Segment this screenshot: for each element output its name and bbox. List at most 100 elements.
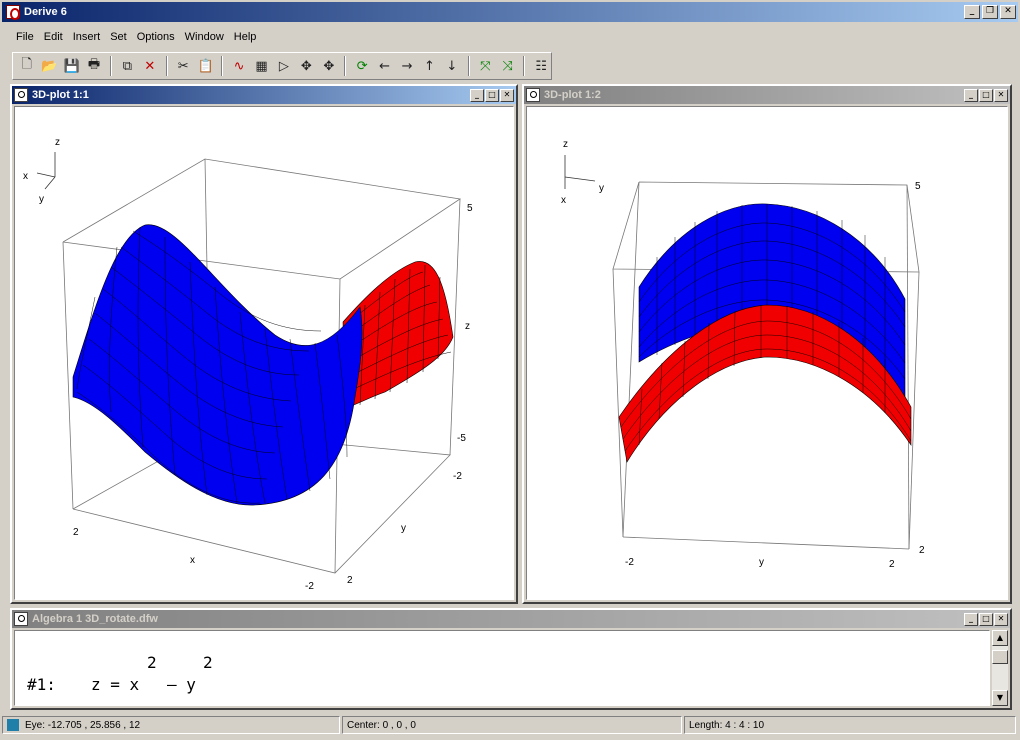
plot-svg-1: z x y 5 z -5 -2 y 2 2 x -2 [23,137,473,592]
minimize-button[interactable]: _ [964,88,978,102]
z-axis-label: z [465,321,470,332]
expression-minus-y[interactable]: – y [167,675,196,694]
plot-curve-icon[interactable]: ∿ [229,56,248,76]
minimize-button[interactable]: _ [964,5,980,19]
save-icon[interactable]: 💾 [62,56,81,76]
play-icon[interactable]: ▷ [274,56,293,76]
close-button[interactable]: ✕ [994,612,1008,626]
status-length-panel: Length: 4 : 4 : 10 [684,716,1016,734]
status-eye: Eye: -12.705 , 25.856 , 12 [25,719,141,731]
x-tick-pos: 2 [919,545,925,556]
arrow-left-icon[interactable]: ← [375,56,394,76]
plot-window-2[interactable]: 3D-plot 1:2 _ □ ✕ z y x 5 -2 y 2 2 [522,84,1012,604]
menu-bar: File Edit Insert Set Options Window Help [2,26,1018,48]
orient-z-label: z [563,139,568,150]
zoom-in-icon[interactable]: ⤧ [476,56,495,76]
x-axis-label: x [190,555,195,566]
z-tick-bottom: -5 [457,433,466,444]
plot-svg-2: z y x 5 -2 y 2 2 [561,139,925,570]
minimize-button[interactable]: _ [964,612,978,626]
plot-window-1-titlebar[interactable]: 3D-plot 1:1 _ □ ✕ [12,86,516,104]
maximize-button[interactable]: □ [485,88,499,102]
scroll-thumb[interactable] [992,650,1008,664]
orient-x-label: x [23,171,28,182]
restore-button[interactable]: ❐ [982,5,998,19]
paste-icon[interactable]: 📋 [196,56,215,76]
move-icon[interactable]: ✥ [297,56,316,76]
zoom-out-icon[interactable]: ⤨ [498,56,517,76]
orient-z-label: z [55,137,60,148]
toolbar: 🗋 📂 💾 🖶 ⧉ ✕ ✂ 📋 ∿ ▦ ▷ ✥ ✥ ⟳ ← → ↑ ↓ ⤧ ⤨ … [12,52,552,80]
z-tick-top: 5 [467,203,473,214]
new-file-icon[interactable]: 🗋 [17,56,36,76]
menu-edit[interactable]: Edit [44,31,63,43]
toolbar-separator [165,56,168,76]
print-icon[interactable]: 🖶 [84,56,103,76]
status-center-panel: Center: 0 , 0 , 0 [342,716,682,734]
plot-window-1[interactable]: 3D-plot 1:1 _ □ ✕ z x y 5 z -5 -2 y 2 2 … [10,84,518,604]
surface-blue-part [72,224,363,506]
orient-y-label: y [599,183,604,194]
app-title: Derive 6 [24,6,67,18]
toolbar-separator [221,56,224,76]
arrow-right-icon[interactable]: → [397,56,416,76]
plot-canvas-1[interactable]: z x y 5 z -5 -2 y 2 2 x -2 [14,106,514,600]
menu-help[interactable]: Help [234,31,257,43]
orientation-axes [564,155,596,189]
delete-icon[interactable]: ✕ [140,56,159,76]
algebra-window-title: Algebra 1 3D_rotate.dfw [32,613,158,625]
algebra-content[interactable]: #1: z = x 2 – y 2 [14,630,990,706]
y-axis-label: y [401,523,406,534]
status-app-icon [7,719,19,731]
x-tick-neg: -2 [305,581,314,592]
scroll-up-icon[interactable]: ▲ [992,630,1008,646]
toolbar-separator [109,56,112,76]
y-tick-pos: 2 [889,559,895,570]
y-tick-neg: -2 [625,557,634,568]
open-folder-icon[interactable]: 📂 [39,56,58,76]
menu-insert[interactable]: Insert [73,31,101,43]
minimize-button[interactable]: _ [470,88,484,102]
close-button[interactable]: ✕ [1000,5,1016,19]
exponent-y: 2 [203,653,213,672]
expression-label[interactable]: #1: [27,675,56,694]
algebra-window-icon [14,612,28,626]
orient-y-label: y [39,194,44,205]
menu-file[interactable]: File [16,31,34,43]
algebra-window-titlebar[interactable]: Algebra 1 3D_rotate.dfw _ □ ✕ [12,610,1010,628]
orient-x-label: x [561,195,566,206]
maximize-button[interactable]: □ [979,612,993,626]
settings-icon[interactable]: ☷ [531,56,550,76]
scroll-down-icon[interactable]: ▼ [992,690,1008,706]
status-length: Length: 4 : 4 : 10 [689,719,765,731]
derive-app-icon[interactable] [6,5,20,20]
menu-set[interactable]: Set [110,31,127,43]
center-icon[interactable]: ✥ [319,56,338,76]
menu-options[interactable]: Options [137,31,175,43]
algebra-vertical-scrollbar[interactable]: ▲ ▼ [992,630,1008,706]
y-axis-label: y [759,557,764,568]
y-tick-neg: -2 [453,471,462,482]
orientation-axes [36,152,56,190]
exponent-x: 2 [147,653,157,672]
plot-window-1-title: 3D-plot 1:1 [32,89,89,101]
close-button[interactable]: ✕ [994,88,1008,102]
algebra-window[interactable]: Algebra 1 3D_rotate.dfw _ □ ✕ #1: z = x … [10,608,1012,710]
status-eye-panel: Eye: -12.705 , 25.856 , 12 [2,716,340,734]
plot-canvas-2[interactable]: z y x 5 -2 y 2 2 [526,106,1008,600]
cut-icon[interactable]: ✂ [174,56,193,76]
toolbar-separator [467,56,470,76]
x-tick-pos: 2 [73,527,79,538]
arrow-up-icon[interactable]: ↑ [420,56,439,76]
menu-window[interactable]: Window [185,31,224,43]
grid-icon[interactable]: ▦ [252,56,271,76]
copy-icon[interactable]: ⧉ [118,56,137,76]
toolbar-separator [523,56,526,76]
close-button[interactable]: ✕ [500,88,514,102]
z-tick-top: 5 [915,181,921,192]
maximize-button[interactable]: □ [979,88,993,102]
arrow-down-icon[interactable]: ↓ [442,56,461,76]
plot-window-2-titlebar[interactable]: 3D-plot 1:2 _ □ ✕ [524,86,1010,104]
rotate-icon[interactable]: ⟳ [352,56,371,76]
expression-lhs[interactable]: z = x [91,675,139,694]
